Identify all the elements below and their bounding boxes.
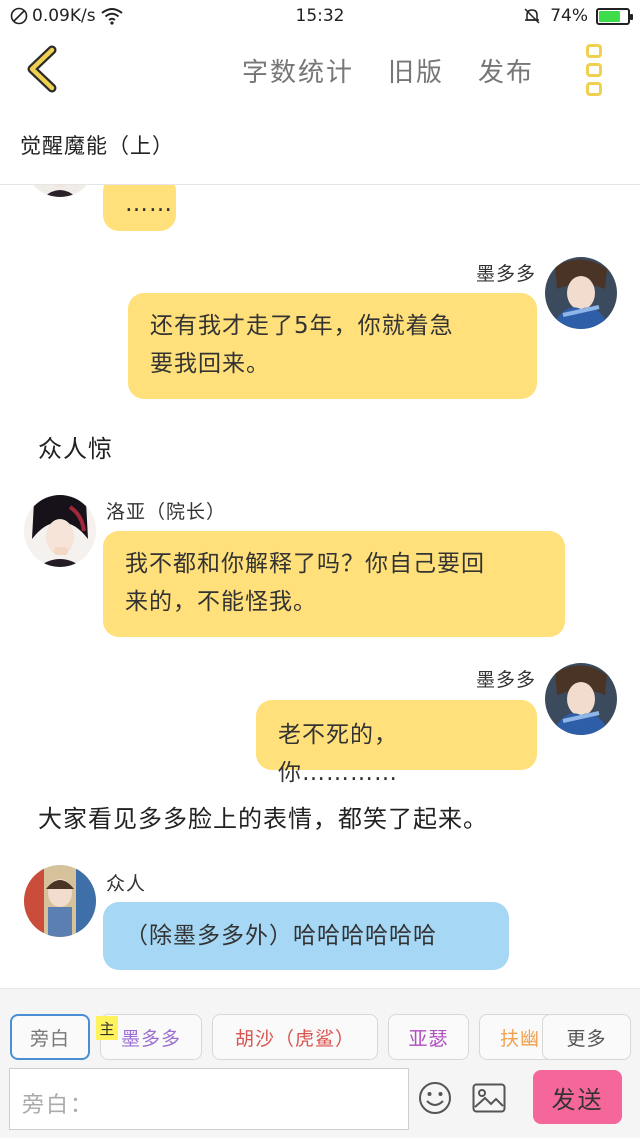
battery-icon bbox=[596, 7, 633, 25]
message-bubble[interactable]: 老不死的，你………… bbox=[256, 700, 537, 786]
image-icon[interactable] bbox=[472, 1083, 506, 1113]
message-line: 我不都和你解释了吗？你自己要回 bbox=[125, 551, 485, 577]
chat-area[interactable]: …… 墨多多 还有我才走了5年，你就着急 要我回来。 众人惊 洛亚（院长） 我不… bbox=[0, 185, 640, 988]
header-actions: 字数统计 旧版 发布 bbox=[242, 52, 534, 89]
send-button[interactable]: 发送 bbox=[533, 1070, 622, 1124]
narration-text[interactable]: 大家看见多多脸上的表情，都笑了起来。 bbox=[38, 799, 488, 834]
message-line: 要我回来。 bbox=[150, 351, 270, 377]
message-line: 来的，不能怪我。 bbox=[125, 589, 317, 615]
speaker-name: 洛亚（院长） bbox=[106, 501, 227, 523]
avatar-moduoduo[interactable] bbox=[545, 663, 617, 735]
old-version-button[interactable]: 旧版 bbox=[388, 52, 444, 89]
message-bubble[interactable]: （除墨多多外）哈哈哈哈哈哈 bbox=[103, 902, 509, 970]
more-menu-icon[interactable] bbox=[586, 44, 604, 96]
battery-fill bbox=[599, 10, 620, 22]
editor-header: 字数统计 旧版 发布 bbox=[0, 34, 640, 108]
message-bubble[interactable]: …… bbox=[103, 185, 176, 231]
back-arrow-icon[interactable] bbox=[22, 44, 62, 94]
chapter-title[interactable]: 觉醒魔能（上） bbox=[20, 130, 174, 160]
more-dot bbox=[586, 63, 602, 77]
more-dot bbox=[586, 44, 602, 58]
avatar-luoya[interactable] bbox=[24, 495, 96, 567]
narration-text[interactable]: 众人惊 bbox=[38, 429, 113, 464]
avatar-crowd[interactable] bbox=[24, 865, 96, 937]
status-right: 74% bbox=[522, 6, 633, 26]
more-dot bbox=[586, 82, 602, 96]
role-narration[interactable]: 旁白 bbox=[10, 1014, 90, 1060]
avatar-moduoduo[interactable] bbox=[545, 257, 617, 329]
role-husha[interactable]: 胡沙（虎鲨） bbox=[212, 1014, 378, 1060]
mute-bell-icon bbox=[524, 8, 540, 24]
more-roles-button[interactable]: 更多 bbox=[542, 1014, 631, 1060]
status-bar: 0.09K/s 15:32 74% bbox=[0, 0, 640, 34]
message-line: 还有我才走了5年，你就着急 bbox=[150, 313, 454, 339]
role-arthur[interactable]: 亚瑟 bbox=[388, 1014, 469, 1060]
word-count-button[interactable]: 字数统计 bbox=[242, 52, 354, 89]
message-input[interactable]: 旁白： bbox=[9, 1068, 409, 1130]
main-role-badge: 主 bbox=[96, 1016, 118, 1040]
publish-button[interactable]: 发布 bbox=[478, 52, 534, 89]
message-bubble[interactable]: 还有我才走了5年，你就着急 要我回来。 bbox=[128, 293, 537, 399]
avatar-luoya[interactable] bbox=[24, 185, 96, 197]
role-bar: 旁白 墨多多 主 胡沙（虎鲨） 亚瑟 扶幽 更多 旁白： 发送 bbox=[0, 988, 640, 1138]
speaker-name: 众人 bbox=[106, 873, 147, 895]
message-bubble[interactable]: 我不都和你解释了吗？你自己要回 来的，不能怪我。 bbox=[103, 531, 565, 637]
speaker-name: 墨多多 bbox=[475, 263, 536, 285]
battery-percent: 74% bbox=[550, 6, 588, 26]
speaker-name: 墨多多 bbox=[475, 669, 536, 691]
emoji-icon[interactable] bbox=[418, 1081, 452, 1115]
